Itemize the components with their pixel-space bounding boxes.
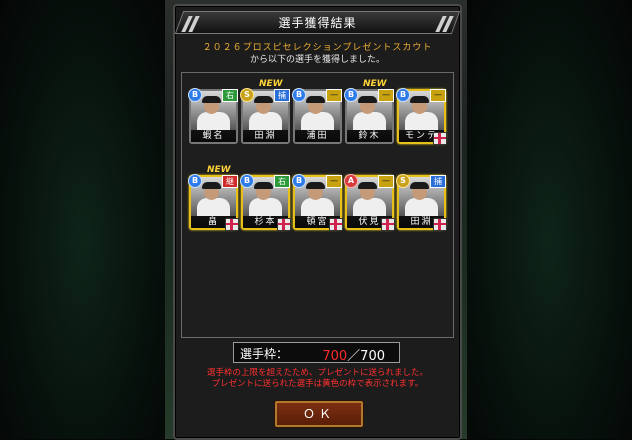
- rank-badge: A: [344, 174, 358, 188]
- gift-icon: [329, 218, 343, 231]
- player-card[interactable]: B 一浦田: [292, 88, 342, 144]
- roster-capacity: 選手枠： 700／700: [233, 342, 400, 364]
- player-name: 浦田: [295, 130, 340, 142]
- rank-badge: B: [240, 174, 254, 188]
- new-badge: NEW: [207, 165, 231, 175]
- position-badge: 一: [326, 89, 342, 102]
- background-left: [0, 0, 165, 439]
- position-badge: 右: [274, 175, 290, 188]
- position-badge: 一: [326, 175, 342, 188]
- gift-icon: [225, 218, 239, 231]
- roster-label: 選手枠：: [240, 347, 289, 361]
- position-badge: 捕: [274, 89, 290, 102]
- player-card[interactable]: S 捕田淵: [396, 174, 447, 231]
- rank-badge: S: [396, 174, 410, 188]
- position-badge: 一: [378, 175, 394, 188]
- rank-badge: B: [292, 88, 306, 102]
- player-grid: B 右蝦名 S 捕 NEW 田淵 B 一浦田 B 一 NEW 鈴木 B 一モンテ B 継 NEW 畠 B 右杉本 B 一…: [181, 72, 454, 338]
- roster-max: 700: [360, 349, 385, 364]
- rank-badge: B: [292, 174, 306, 188]
- rank-badge: S: [240, 88, 254, 102]
- player-card[interactable]: B 継 NEW 畠: [188, 165, 239, 231]
- player-card[interactable]: B 右蝦名: [188, 88, 238, 144]
- rank-badge: B: [396, 88, 410, 102]
- ok-button[interactable]: ＯＫ: [275, 401, 363, 427]
- player-name: 鈴木: [347, 130, 392, 142]
- player-name: 田淵: [243, 130, 288, 142]
- new-badge: NEW: [259, 79, 283, 89]
- position-badge: 捕: [430, 175, 446, 188]
- acquired-message: から以下の選手を獲得しました。: [249, 55, 385, 65]
- player-card[interactable]: B 右杉本: [240, 174, 291, 231]
- gift-icon: [433, 218, 447, 231]
- player-card[interactable]: B 一モンテ: [396, 88, 447, 145]
- player-card[interactable]: S 捕 NEW 田淵: [240, 79, 290, 144]
- background-right: [467, 0, 632, 439]
- rank-badge: B: [188, 174, 202, 188]
- player-card[interactable]: A 一伏見: [344, 174, 395, 231]
- gift-icon: [277, 218, 291, 231]
- roster-count: 700／700: [322, 345, 385, 364]
- position-badge: 継: [222, 175, 238, 188]
- roster-separator: ／: [347, 349, 361, 364]
- roster-current: 700: [322, 349, 348, 364]
- gift-icon: [381, 218, 395, 231]
- dialog-title: 選手獲得結果: [278, 16, 357, 30]
- new-badge: NEW: [363, 79, 387, 89]
- rank-badge: B: [344, 88, 358, 102]
- player-card[interactable]: B 一頓宮: [292, 174, 343, 231]
- position-badge: 右: [222, 89, 238, 102]
- player-name: 蝦名: [191, 130, 236, 142]
- result-dialog: 選手獲得結果 ２０２６プロスピセレクションプレゼントスカウト から以下の選手を獲…: [173, 4, 462, 440]
- gift-frame-note: プレゼントに送られた選手は黄色の枠で表示されます。: [211, 379, 424, 389]
- gift-icon: [433, 132, 447, 145]
- player-card[interactable]: B 一 NEW 鈴木: [344, 79, 394, 144]
- position-badge: 一: [430, 89, 446, 102]
- rank-badge: B: [188, 88, 202, 102]
- position-badge: 一: [378, 89, 394, 102]
